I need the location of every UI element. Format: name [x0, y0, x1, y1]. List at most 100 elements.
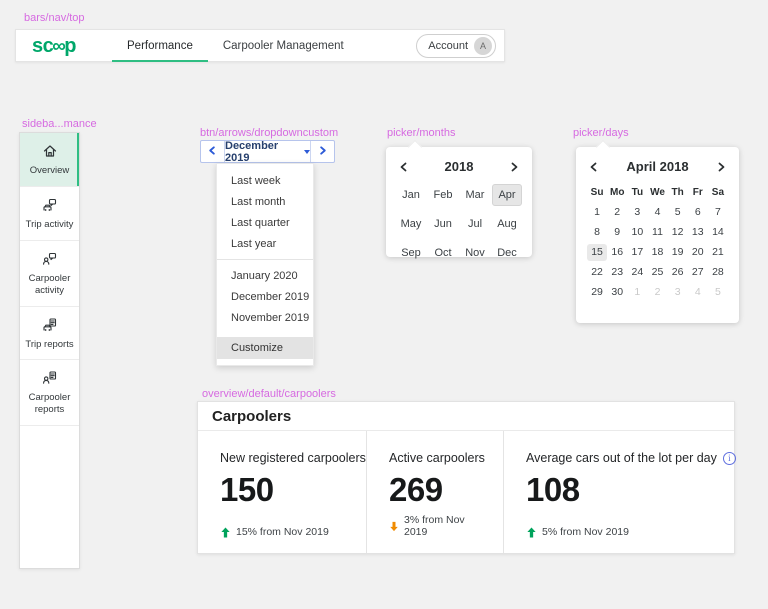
- scoop-logo[interactable]: sc ∞ p: [32, 34, 77, 57]
- month-cell[interactable]: Feb: [428, 184, 458, 206]
- sidebar-item-trip-reports[interactable]: Trip reports: [20, 307, 79, 361]
- day-cell[interactable]: 26: [668, 264, 688, 281]
- day-cell[interactable]: 20: [688, 244, 708, 261]
- day-cell[interactable]: 1: [587, 204, 607, 221]
- next-period-button[interactable]: [310, 141, 334, 162]
- top-nav-bar: sc ∞ p Performance Carpooler Management Ac…: [15, 29, 505, 62]
- figma-label-picker-days: picker/days: [573, 127, 629, 139]
- prev-year-button[interactable]: [398, 161, 410, 173]
- stat-label-text: Average cars out of the lot per day: [526, 451, 717, 465]
- carpoolers-card: Carpoolers New registered carpoolers 150…: [197, 401, 736, 554]
- stat-active-carpoolers: Active carpoolers 269 3% from Nov 2019: [366, 431, 503, 553]
- day-cell[interactable]: 19: [668, 244, 688, 261]
- prev-period-button[interactable]: [201, 141, 225, 162]
- sidebar-item-label: Trip activity: [25, 218, 74, 230]
- day-cell[interactable]: 9: [607, 224, 627, 241]
- day-cell[interactable]: 13: [688, 224, 708, 241]
- prev-month-button[interactable]: [588, 161, 600, 173]
- figma-label-picker-months: picker/months: [387, 127, 456, 139]
- next-month-button[interactable]: [715, 161, 727, 173]
- logo-text: p: [64, 34, 77, 57]
- day-cell[interactable]: 3: [627, 204, 647, 221]
- day-cell[interactable]: 29: [587, 284, 607, 301]
- month-cell[interactable]: Nov: [460, 242, 490, 264]
- day-cell-next-month[interactable]: 2: [647, 284, 667, 301]
- day-cell[interactable]: 24: [627, 264, 647, 281]
- period-dropdown-button[interactable]: December 2019: [225, 140, 310, 164]
- day-cell[interactable]: 22: [587, 264, 607, 281]
- menu-item-last-quarter[interactable]: Last quarter: [217, 212, 313, 233]
- day-cell[interactable]: 23: [607, 264, 627, 281]
- day-cell-selected[interactable]: 15: [587, 244, 608, 261]
- weekday-label: Su: [590, 187, 604, 198]
- menu-item-last-year[interactable]: Last year: [217, 233, 313, 254]
- month-picker: 2018 Jan Feb Mar Apr May Jun Jul Aug Sep…: [386, 139, 532, 259]
- menu-item-customize[interactable]: Customize: [217, 337, 313, 359]
- month-cell[interactable]: Sep: [396, 242, 426, 264]
- month-cell[interactable]: Dec: [492, 242, 522, 264]
- infinity-icon: ∞: [52, 35, 66, 57]
- day-cell[interactable]: 7: [708, 204, 728, 221]
- day-cell[interactable]: 4: [647, 204, 667, 221]
- day-cell-next-month[interactable]: 4: [688, 284, 708, 301]
- month-cell[interactable]: Mar: [460, 184, 490, 206]
- month-cell-selected[interactable]: Apr: [492, 184, 522, 206]
- day-cell[interactable]: 10: [627, 224, 647, 241]
- tab-performance[interactable]: Performance: [112, 30, 208, 62]
- day-cell[interactable]: 17: [627, 244, 647, 261]
- month-cell[interactable]: Jan: [396, 184, 426, 206]
- days-grid: 1 2 3 4 5 6 7 8 9 10 11 12 13 14 15 16 1…: [576, 204, 739, 311]
- day-cell-next-month[interactable]: 3: [668, 284, 688, 301]
- account-button[interactable]: Account A: [416, 33, 496, 58]
- sidebar-item-carpooler-activity[interactable]: Carpooler activity: [20, 241, 79, 307]
- menu-item-december-2019[interactable]: December 2019: [217, 286, 313, 307]
- month-cell[interactable]: Jul: [460, 213, 490, 235]
- carpooler-reports-icon: [42, 370, 58, 386]
- trip-reports-icon: [42, 317, 58, 333]
- carpoolers-stats: New registered carpoolers 150 15% from N…: [198, 431, 736, 553]
- months-grid: Jan Feb Mar Apr May Jun Jul Aug Sep Oct …: [386, 180, 532, 274]
- day-cell[interactable]: 25: [647, 264, 667, 281]
- month-year-title: April 2018: [626, 159, 689, 174]
- month-cell[interactable]: Aug: [492, 213, 522, 235]
- day-cell[interactable]: 5: [668, 204, 688, 221]
- tab-carpooler-management[interactable]: Carpooler Management: [208, 30, 359, 61]
- month-cell[interactable]: May: [396, 213, 426, 235]
- sidebar-performance: Overview Trip activity Carpooler activit…: [19, 132, 80, 569]
- month-picker-header: 2018: [386, 147, 532, 180]
- weekday-label: Sa: [711, 187, 725, 198]
- day-cell[interactable]: 28: [708, 264, 728, 281]
- sidebar-item-trip-activity[interactable]: Trip activity: [20, 187, 79, 241]
- day-cell-next-month[interactable]: 1: [627, 284, 647, 301]
- day-cell[interactable]: 30: [607, 284, 627, 301]
- day-cell[interactable]: 27: [688, 264, 708, 281]
- sidebar-item-overview[interactable]: Overview: [20, 133, 79, 187]
- day-cell[interactable]: 18: [647, 244, 667, 261]
- menu-item-november-2019[interactable]: November 2019: [217, 307, 313, 328]
- carpooler-activity-icon: [42, 251, 58, 267]
- stat-trend-text: 15% from Nov 2019: [236, 526, 329, 538]
- day-cell[interactable]: 6: [688, 204, 708, 221]
- day-cell[interactable]: 12: [668, 224, 688, 241]
- day-cell[interactable]: 21: [708, 244, 728, 261]
- sidebar-item-carpooler-reports[interactable]: Carpooler reports: [20, 360, 79, 427]
- day-cell[interactable]: 11: [647, 224, 667, 241]
- top-nav-tabs: Performance Carpooler Management: [112, 30, 359, 62]
- figma-label-top-nav: bars/nav/top: [24, 12, 85, 24]
- day-cell-next-month[interactable]: 5: [708, 284, 728, 301]
- account-label: Account: [428, 39, 468, 52]
- weekday-label: Mo: [609, 187, 625, 198]
- day-cell[interactable]: 8: [587, 224, 607, 241]
- day-cell[interactable]: 16: [607, 244, 627, 261]
- day-cell[interactable]: 14: [708, 224, 728, 241]
- month-cell[interactable]: Jun: [428, 213, 458, 235]
- next-year-button[interactable]: [508, 161, 520, 173]
- menu-item-last-month[interactable]: Last month: [217, 191, 313, 212]
- month-cell[interactable]: Oct: [428, 242, 458, 264]
- menu-divider: [217, 259, 313, 260]
- day-cell[interactable]: 2: [607, 204, 627, 221]
- menu-item-january-2020[interactable]: January 2020: [217, 265, 313, 286]
- info-icon[interactable]: i: [722, 451, 736, 465]
- stat-trend: 15% from Nov 2019: [220, 526, 346, 538]
- menu-item-last-week[interactable]: Last week: [217, 170, 313, 191]
